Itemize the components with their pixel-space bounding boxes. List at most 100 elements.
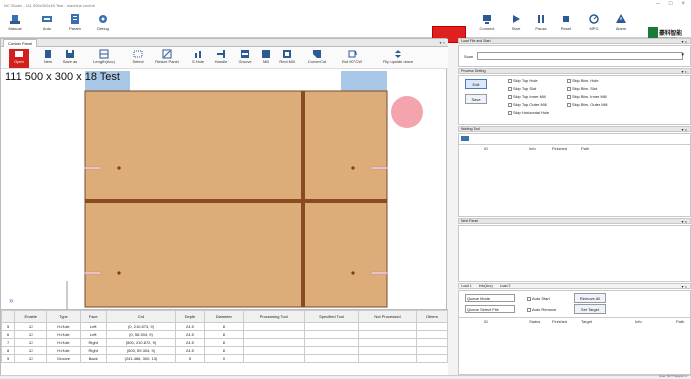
connect-button[interactable]: Connect xyxy=(476,13,498,37)
rotate-icon xyxy=(348,50,357,58)
alarm-icon xyxy=(616,14,626,23)
h-hole-right-1 xyxy=(370,166,388,170)
minimize-icon[interactable]: – xyxy=(657,1,660,7)
hand-icon xyxy=(10,15,20,24)
window-title: NC Studio - 111 500x300x18 Test - machin… xyxy=(4,2,95,8)
handle-button[interactable]: Handle xyxy=(211,49,231,68)
panel-close-icon[interactable]: ▾ × xyxy=(682,69,687,74)
queue-select-file[interactable]: Queue Select File xyxy=(465,305,515,313)
groove-button[interactable]: Groove xyxy=(235,49,255,68)
app-window: NC Studio - 111 500x300x18 Test - machin… xyxy=(0,0,691,379)
edit-ribbon: Open New Save as Length(Acc) Select Resi… xyxy=(1,47,448,69)
param-icon xyxy=(71,14,79,24)
handle-icon xyxy=(217,50,225,58)
dropdown-arrow-icon[interactable]: ▾ xyxy=(681,52,684,58)
open-button[interactable]: Open xyxy=(9,49,29,68)
title-bar: NC Studio - 111 500x300x18 Test - machin… xyxy=(0,0,691,10)
panel-close-icon[interactable]: ▾ × xyxy=(682,284,687,289)
tab-info[interactable]: Info(Acc) xyxy=(479,284,493,288)
corner-icon xyxy=(313,50,321,58)
set-target-button[interactable]: Set Target xyxy=(574,304,606,314)
pane-controls: ▾ × xyxy=(440,40,445,45)
pane-close-icon[interactable]: × xyxy=(443,40,445,45)
debug-button[interactable]: Debug xyxy=(92,13,114,37)
auto-remove-checkbox[interactable]: Auto Remove xyxy=(527,307,556,312)
skip-btm-outer-mill-checkbox[interactable]: Skip Btm. Outer Mill xyxy=(567,102,607,107)
new-button[interactable]: New xyxy=(41,49,55,68)
status-bar: User: NCT Support 1 xyxy=(0,374,691,379)
skip-top-outer-mill-checkbox[interactable]: Skip Top Outer Mill xyxy=(508,102,547,107)
table-row[interactable]: 7 ☑ H-Hole Right (500, 210.872, 9) 24.5 8 xyxy=(0,338,449,347)
alarm-button[interactable]: Alarm xyxy=(610,13,632,37)
flip-button[interactable]: Flip upside down xyxy=(375,49,421,68)
rect-mill-button[interactable]: Rect.Mill xyxy=(275,49,299,68)
table-header-row: Enable Type Face Crd Depth Diameter Proc… xyxy=(0,310,449,323)
corner-cut-button[interactable]: CornerCut xyxy=(303,49,331,68)
remove-all-button[interactable]: Remove All xyxy=(574,293,606,303)
save-button[interactable]: Save xyxy=(465,94,487,104)
start-button[interactable]: Start xyxy=(505,13,527,37)
maximize-icon[interactable]: □ xyxy=(669,1,673,7)
auto-icon xyxy=(42,16,52,22)
queue-mode-select[interactable]: Queue Mode xyxy=(465,294,515,302)
groove-horizontal xyxy=(85,199,387,203)
panel-canvas[interactable]: » xyxy=(1,69,448,321)
h-hole-left-1 xyxy=(84,166,102,170)
table-row[interactable]: 8 ☑ H-Hole Right (500, 59.304, 9) 24.5 8 xyxy=(0,346,449,355)
pause-button[interactable]: Pause xyxy=(530,13,552,37)
table-row[interactable]: 6 ☑ H-Hole Left (0, 56.304, 9) 24.5 8 xyxy=(0,330,449,339)
mill-button[interactable]: Mill xyxy=(259,49,273,68)
mpg-button[interactable]: MPG xyxy=(583,13,605,37)
close-icon[interactable]: × xyxy=(681,1,685,7)
auto-start-checkbox[interactable]: Auto Start xyxy=(527,296,550,301)
start-icon xyxy=(513,15,520,23)
scan-input[interactable] xyxy=(477,52,683,60)
skip-top-inner-mill-checkbox[interactable]: Skip Top Inner Mill xyxy=(508,94,546,99)
auto-button[interactable]: Auto xyxy=(36,13,58,37)
reset-icon xyxy=(563,16,569,22)
status-text: User: NCT Support 1 xyxy=(659,374,687,378)
edit-button[interactable]: Edit xyxy=(465,79,487,89)
collapse-chevron-icon[interactable]: » xyxy=(9,296,14,305)
skip-horizontal-hole-checkbox[interactable]: Skip Horizontal Hole xyxy=(508,110,549,115)
rotate-button[interactable]: Rot 90°CW xyxy=(337,49,367,68)
h-hole-left-2 xyxy=(84,271,102,275)
select-button[interactable]: Select xyxy=(129,49,147,68)
pin-icon[interactable]: ▾ xyxy=(440,40,442,45)
panel-close-icon[interactable]: ▾ × xyxy=(682,219,687,224)
table-row[interactable]: 5 ☑ H-Hole Left (0, 210.873, 9) 24.5 8 xyxy=(0,322,449,331)
save-as-button[interactable]: Save as xyxy=(59,49,81,68)
panel-close-icon[interactable]: ▾ × xyxy=(682,127,687,132)
resize-panel-button[interactable]: Resize Panel xyxy=(151,49,183,68)
main-toolbar: Manual Auto Param Debug Connect Start Pa… xyxy=(0,10,691,43)
tab-load-1[interactable]: Load 1 xyxy=(461,284,472,288)
skip-top-hole-checkbox[interactable]: Skip Top Hole xyxy=(508,78,538,83)
panel-close-icon[interactable]: ▾ × xyxy=(682,39,687,44)
list-icon[interactable] xyxy=(461,136,469,141)
waiting-tool-header: Waiting Tool ▾ × xyxy=(458,126,691,132)
hole-dot xyxy=(117,271,121,275)
hole-dot xyxy=(351,166,355,170)
reset-button[interactable]: Reset xyxy=(555,13,577,37)
skip-btm-inner-mill-checkbox[interactable]: Skip Btm. Inner Mill xyxy=(567,94,606,99)
save-as-icon xyxy=(66,50,74,58)
connect-icon xyxy=(483,15,491,24)
manual-button[interactable]: Manual xyxy=(4,13,26,37)
table-row[interactable]: 9 ☑ Groove Back (241.466, 300, 13) 5 0 xyxy=(0,354,449,363)
skip-btm-hole-checkbox[interactable]: Skip Btm. Hole xyxy=(567,78,598,83)
tab-curtain-panel[interactable]: Curtain Panel xyxy=(3,39,38,47)
length-button[interactable]: Length(Acc) xyxy=(87,49,121,68)
next-panel-header: Next Panel ▾ × xyxy=(458,218,691,224)
right-panels: Load File and Start ▾ × Scan ▾ Process Se… xyxy=(458,38,691,375)
queue-panel: Queue Mode Queue Select File Auto Start … xyxy=(458,290,691,375)
pause-icon xyxy=(538,15,544,23)
s-hole-button[interactable]: S.Hole xyxy=(189,49,207,68)
skip-btm-slot-checkbox[interactable]: Skip Btm. Slot xyxy=(567,86,597,91)
hole-dot xyxy=(117,166,121,170)
load-file-panel: Scan ▾ xyxy=(458,45,691,67)
param-button[interactable]: Param xyxy=(64,13,86,37)
operations-table: Enable Type Face Crd Depth Diameter Proc… xyxy=(0,309,449,376)
skip-top-slot-checkbox[interactable]: Skip Top Slot xyxy=(508,86,536,91)
next-panel xyxy=(458,225,691,282)
tab-load-2[interactable]: Load 2 xyxy=(500,284,511,288)
